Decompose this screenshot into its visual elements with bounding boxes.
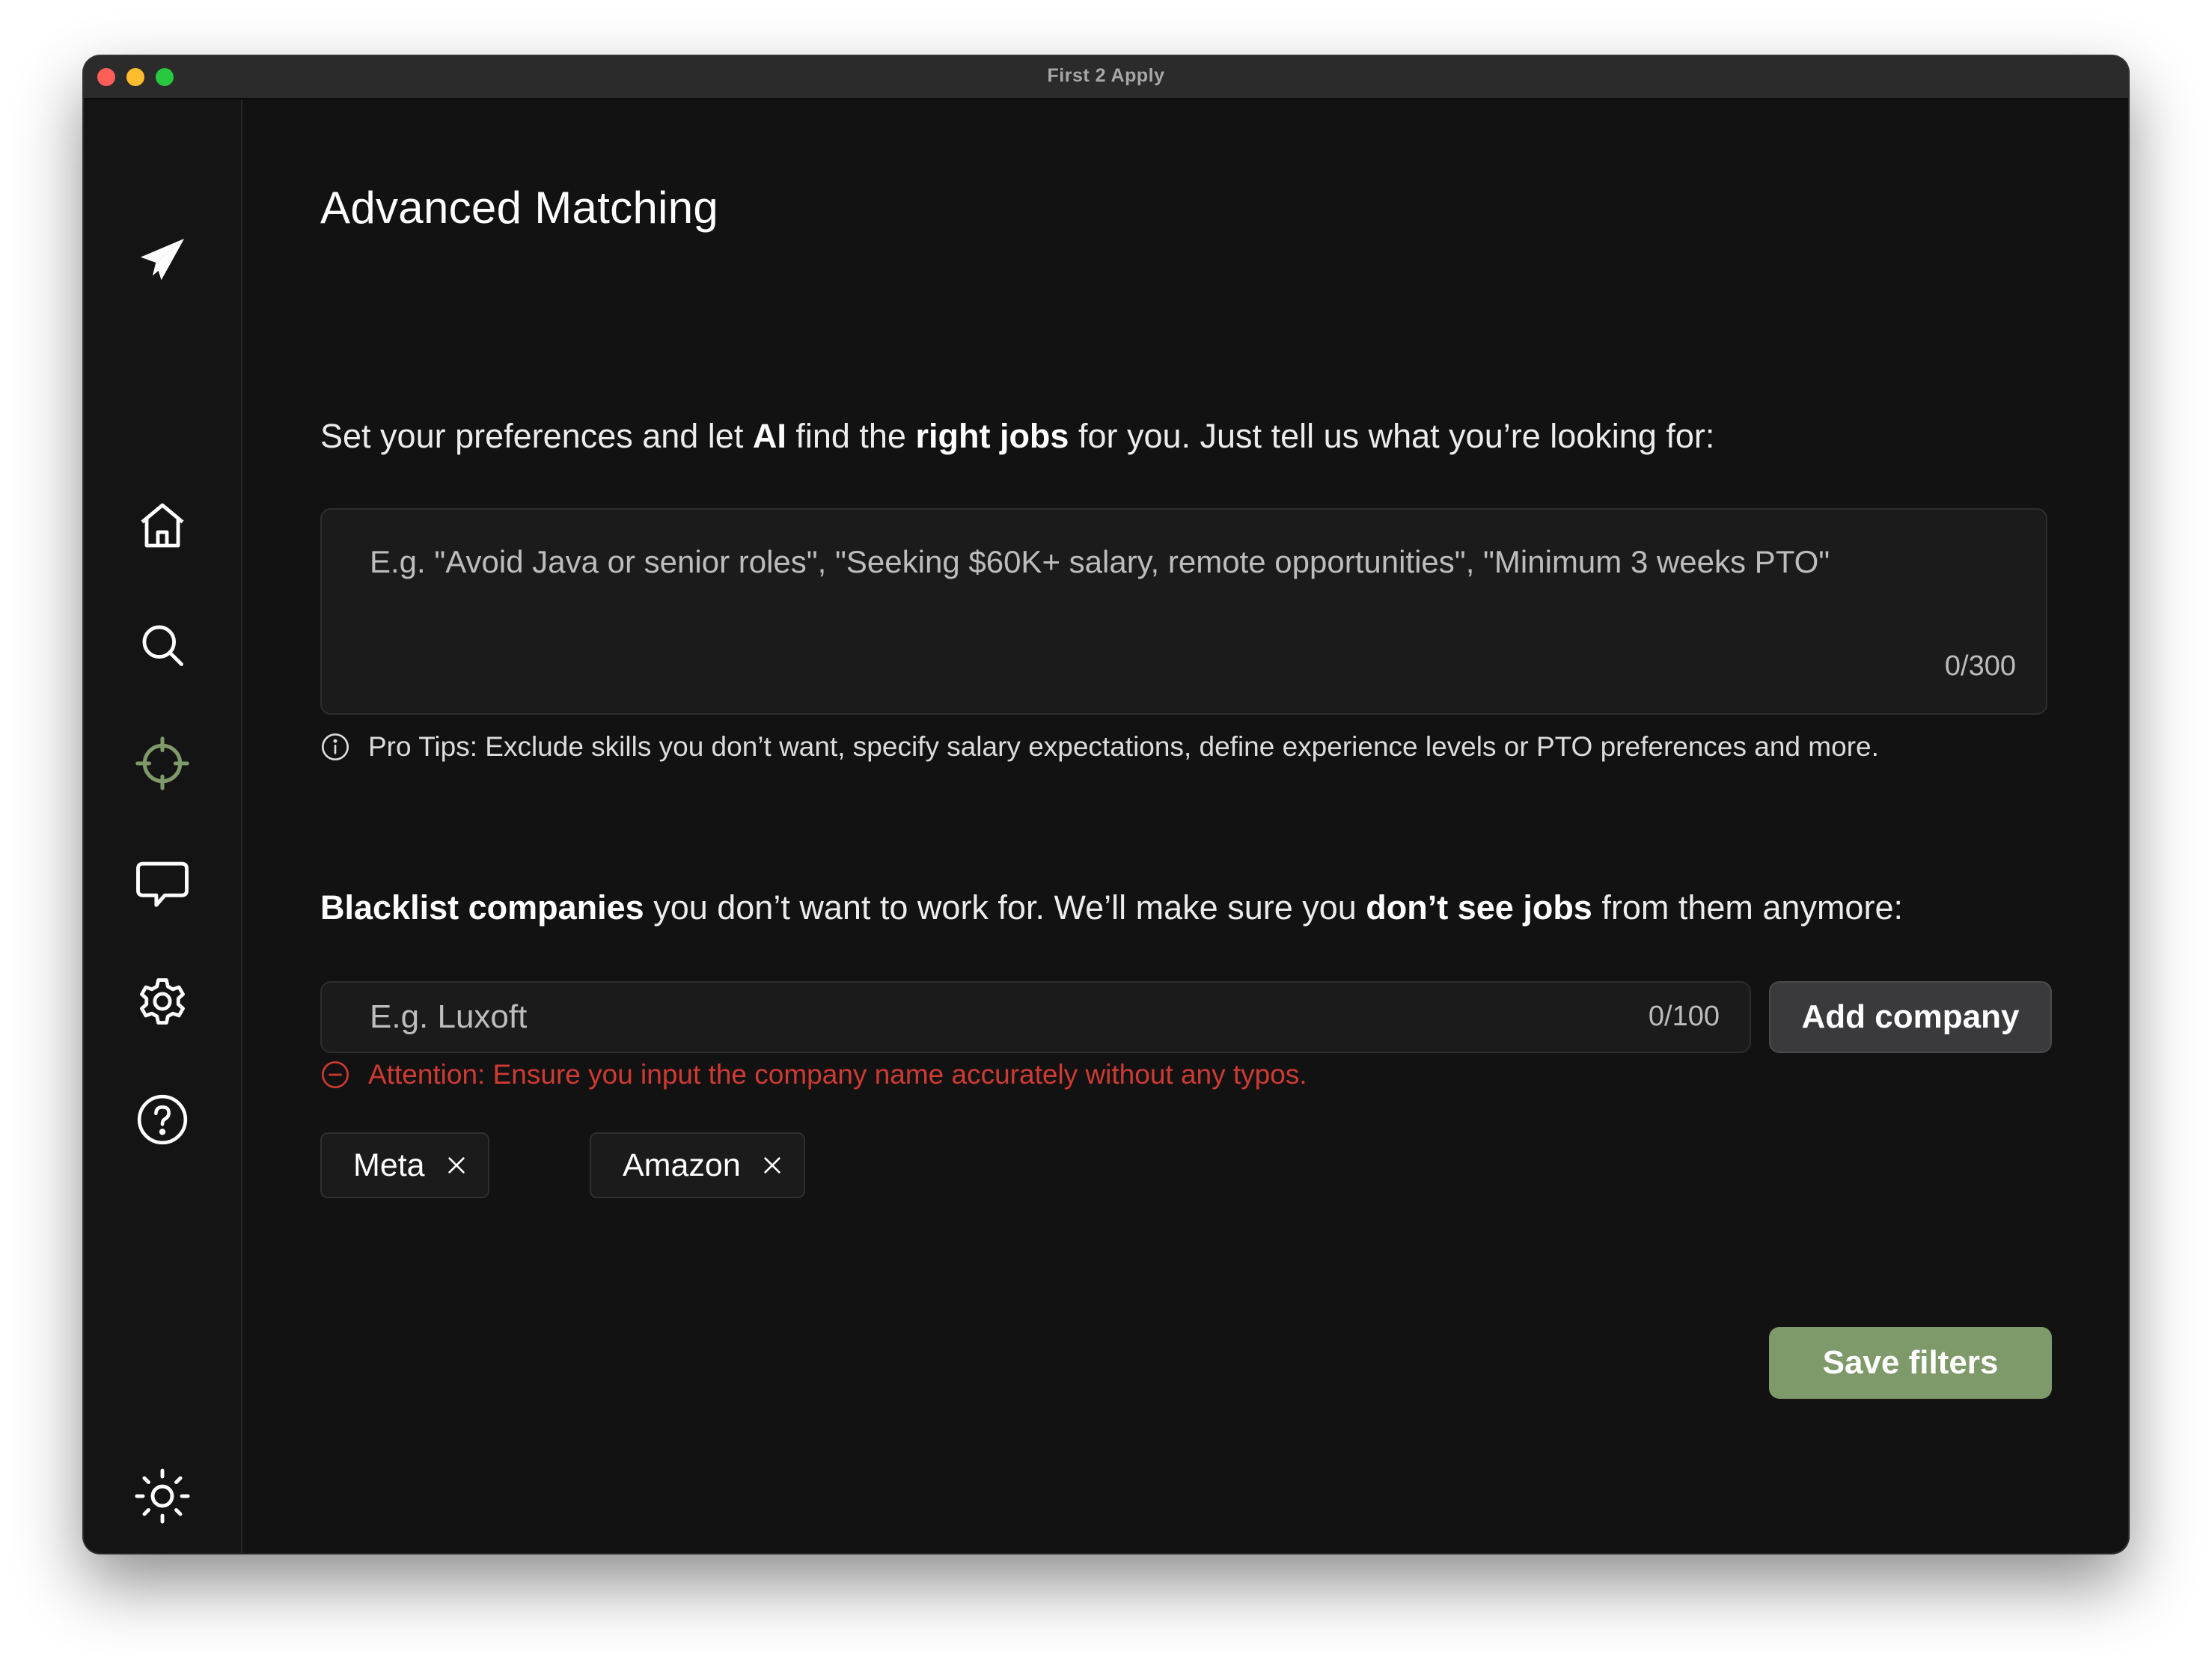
blacklist-prompt-emphasis: Blacklist companies bbox=[320, 888, 644, 927]
sun-icon[interactable] bbox=[132, 1465, 193, 1527]
add-company-button[interactable]: Add company bbox=[1769, 981, 2052, 1053]
company-tag: Meta bbox=[320, 1132, 489, 1198]
blacklist-prompt-text: from them anymore: bbox=[1592, 888, 1903, 927]
search-icon[interactable] bbox=[132, 614, 193, 676]
company-tag-label: Amazon bbox=[623, 1147, 741, 1183]
company-tag-label: Meta bbox=[353, 1147, 425, 1183]
preferences-char-counter: 0/300 bbox=[1944, 650, 2016, 682]
preferences-prompt-emphasis: right jobs bbox=[915, 417, 1069, 455]
pro-tip: Pro Tips: Exclude skills you don’t want,… bbox=[320, 731, 1879, 763]
blacklist-prompt: Blacklist companies you don’t want to wo… bbox=[320, 888, 1903, 927]
title-bar: First 2 Apply bbox=[84, 56, 2128, 100]
attention-message: Attention: Ensure you input the company … bbox=[320, 1052, 1307, 1098]
preferences-prompt-emphasis: AI bbox=[752, 417, 786, 455]
sidebar bbox=[84, 100, 242, 1553]
pro-tip-text: Pro Tips: Exclude skills you don’t want,… bbox=[368, 731, 1879, 762]
preferences-textarea[interactable] bbox=[322, 510, 2046, 713]
preferences-field: 0/300 bbox=[320, 508, 2047, 715]
preferences-prompt-text: for you. Just tell us what you’re lookin… bbox=[1069, 417, 1715, 455]
company-tag: Amazon bbox=[590, 1132, 805, 1198]
main-content: Advanced Matching Set your preferences a… bbox=[242, 100, 2128, 1553]
preferences-prompt-text: find the bbox=[786, 417, 916, 455]
info-icon bbox=[320, 732, 350, 762]
preferences-prompt-text: Set your preferences and let bbox=[320, 417, 753, 455]
remove-tag-close-icon[interactable] bbox=[444, 1153, 468, 1177]
chat-bubble-icon[interactable] bbox=[132, 852, 193, 914]
company-field: 0/100 bbox=[320, 981, 1751, 1053]
blacklist-prompt-text: you don’t want to work for. We’ll make s… bbox=[644, 888, 1366, 927]
minus-circle-icon bbox=[320, 1060, 350, 1090]
attention-text: Attention: Ensure you input the company … bbox=[368, 1059, 1307, 1090]
company-name-input[interactable] bbox=[322, 983, 1750, 1052]
help-circle-icon[interactable] bbox=[132, 1089, 193, 1150]
home-icon[interactable] bbox=[132, 495, 193, 556]
blacklist-prompt-emphasis: don’t see jobs bbox=[1366, 888, 1592, 927]
window-title: First 2 Apply bbox=[1047, 65, 1165, 86]
page-title: Advanced Matching bbox=[320, 183, 719, 233]
app-window: First 2 Apply Advanced Matching Set your… bbox=[84, 56, 2128, 1553]
remove-tag-close-icon[interactable] bbox=[760, 1153, 784, 1177]
save-filters-button[interactable]: Save filters bbox=[1769, 1327, 2052, 1399]
crosshair-icon[interactable] bbox=[132, 733, 193, 794]
company-char-counter: 0/100 bbox=[1648, 1001, 1720, 1032]
gear-icon[interactable] bbox=[132, 971, 193, 1032]
preferences-prompt: Set your preferences and let AI find the… bbox=[320, 417, 1714, 456]
paper-plane-icon[interactable] bbox=[132, 230, 193, 291]
